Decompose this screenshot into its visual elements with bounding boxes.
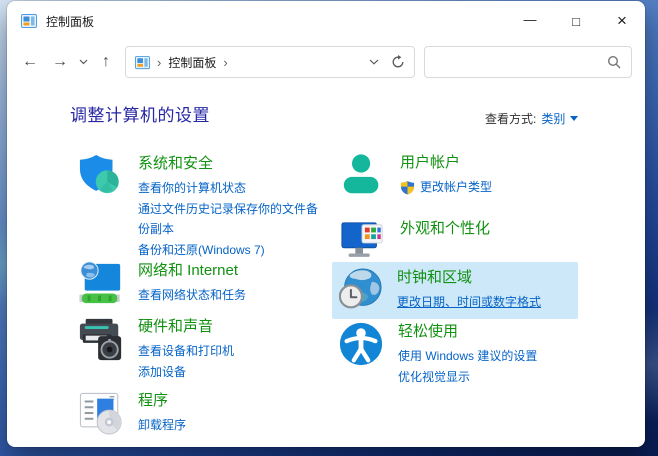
minimize-icon: —	[523, 11, 537, 27]
category-title-user-accounts[interactable]: 用户帐户	[400, 153, 492, 172]
ease-of-access-icon[interactable]	[338, 321, 384, 367]
link-view-devices-printers[interactable]: 查看设备和打印机	[138, 341, 234, 362]
link-backup-restore-win7[interactable]: 备份和还原(Windows 7)	[138, 240, 326, 261]
navigation-bar: ← → ↑ › 控制面板 ›	[7, 41, 645, 83]
category-programs: 程序 卸载程序	[78, 390, 186, 436]
address-dropdown-icon[interactable]	[369, 59, 379, 65]
caret-down-icon	[570, 116, 579, 121]
category-appearance-personalization: 外观和个性化	[340, 218, 490, 264]
view-by-label: 查看方式:	[485, 112, 537, 126]
category-ease-of-access: 轻松使用 使用 Windows 建议的设置 优化视觉显示	[338, 321, 537, 387]
link-change-date-time-format[interactable]: 更改日期、时间或数字格式	[397, 292, 541, 313]
link-file-history-backup[interactable]: 通过文件历史记录保存你的文件备份副本	[138, 199, 326, 240]
link-add-device[interactable]: 添加设备	[138, 362, 234, 383]
appearance-monitor-icon[interactable]	[340, 218, 386, 264]
link-view-computer-status[interactable]: 查看你的计算机状态	[138, 178, 326, 199]
printer-speaker-icon[interactable]	[78, 316, 124, 362]
page-title: 调整计算机的设置	[70, 106, 210, 125]
clock-region-globe-icon[interactable]	[339, 267, 383, 311]
uac-shield-icon	[400, 180, 415, 195]
maximize-icon: □	[572, 13, 580, 29]
user-accounts-icon[interactable]	[340, 152, 386, 198]
control-panel-icon	[135, 55, 150, 69]
security-shield-icon[interactable]	[78, 153, 124, 199]
address-bar[interactable]: › 控制面板 ›	[125, 46, 415, 78]
view-by-value: 类别	[541, 112, 566, 126]
category-user-accounts: 用户帐户 更改帐户类型	[340, 152, 492, 198]
category-title-hardware-sound[interactable]: 硬件和声音	[138, 317, 234, 336]
recent-locations-button[interactable]	[75, 47, 91, 77]
category-title-appearance[interactable]: 外观和个性化	[400, 219, 490, 238]
link-optimize-visual-display[interactable]: 优化视觉显示	[398, 367, 537, 388]
category-title-system-security[interactable]: 系统和安全	[138, 154, 326, 173]
up-button[interactable]: ↑	[91, 47, 121, 77]
search-icon[interactable]	[607, 55, 621, 69]
forward-button[interactable]: →	[45, 47, 75, 77]
window-title: 控制面板	[46, 14, 95, 29]
search-box	[424, 46, 632, 78]
close-button[interactable]: ×	[599, 1, 645, 41]
category-title-ease-of-access[interactable]: 轻松使用	[398, 322, 537, 341]
network-monitor-icon[interactable]	[78, 260, 124, 306]
control-panel-window: 控制面板 — □ × ← → ↑ › 控制面板 › 调整计算机的设置 查看方式:…	[7, 1, 645, 447]
category-network-and-internet: 网络和 Internet 查看网络状态和任务	[78, 260, 246, 306]
view-by: 查看方式: 类别	[485, 110, 579, 127]
desktop-wallpaper: 控制面板 — □ × ← → ↑ › 控制面板 › 调整计算机的设置 查看方式:…	[0, 0, 658, 456]
window-controls: — □ ×	[507, 1, 645, 41]
forward-icon: →	[52, 53, 68, 70]
category-system-and-security: 系统和安全 查看你的计算机状态 通过文件历史记录保存你的文件备份副本 备份和还原…	[78, 153, 326, 260]
close-icon: ×	[617, 11, 627, 30]
back-button[interactable]: ←	[15, 47, 45, 77]
category-hardware-and-sound: 硬件和声音 查看设备和打印机 添加设备	[78, 316, 234, 382]
search-input[interactable]	[435, 55, 607, 69]
refresh-icon[interactable]	[391, 55, 405, 69]
minimize-button[interactable]: —	[507, 1, 553, 41]
link-uninstall-program[interactable]: 卸载程序	[138, 415, 186, 436]
link-change-account-type[interactable]: 更改帐户类型	[420, 177, 492, 198]
programs-window-icon[interactable]	[78, 390, 124, 436]
link-view-network-status[interactable]: 查看网络状态和任务	[138, 285, 246, 306]
titlebar: 控制面板 — □ ×	[7, 1, 645, 41]
back-icon: ←	[22, 53, 38, 70]
breadcrumb-control-panel[interactable]: 控制面板	[168, 54, 216, 71]
category-title-network-internet[interactable]: 网络和 Internet	[138, 261, 246, 280]
breadcrumb-separator: ›	[157, 54, 162, 70]
category-title-clock-region[interactable]: 时钟和区域	[397, 268, 541, 287]
view-by-dropdown[interactable]: 类别	[541, 110, 579, 127]
breadcrumb-separator[interactable]: ›	[223, 56, 227, 69]
control-panel-icon	[21, 14, 37, 28]
category-title-programs[interactable]: 程序	[138, 391, 186, 410]
up-icon: ↑	[102, 53, 110, 70]
link-windows-suggested-settings[interactable]: 使用 Windows 建议的设置	[398, 346, 537, 367]
maximize-button[interactable]: □	[553, 1, 599, 41]
category-clock-and-region[interactable]: 时钟和区域 更改日期、时间或数字格式	[332, 262, 578, 319]
chevron-down-icon	[79, 59, 87, 65]
